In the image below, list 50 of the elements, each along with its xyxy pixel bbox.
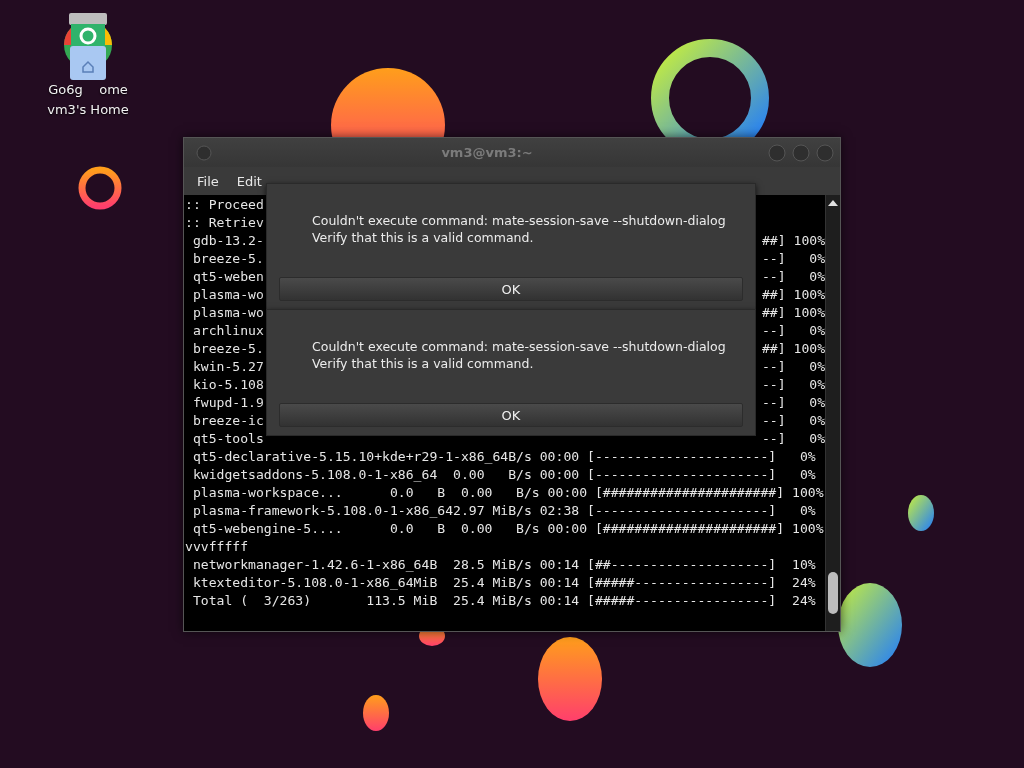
scrollbar[interactable] (825, 195, 840, 631)
terminal-line: qt5-declarative-5.15.10+kde+r29-1-x86_64B/s 00:00 [----------------------] 0% (191, 448, 816, 466)
dialog-message: Verify that this is a valid command. (312, 229, 535, 246)
terminal-line: fwupd-1.9 (191, 394, 264, 412)
terminal-line: networkmanager-1.42.6-1-x86_64B 28.5 MiB/s 00:14 [##--------------------] 10% (191, 556, 816, 574)
menu-item[interactable]: Edit (227, 173, 271, 189)
ok-button[interactable]: OK (279, 403, 743, 427)
terminal-line: kwin-5.27 (191, 358, 264, 376)
terminal-line: ktexteditor-5.108.0-1-x86_64MiB 25.4 MiB/s 00:14 [#####-----------------] 24% (191, 574, 816, 592)
terminal-line: archlinux (191, 322, 264, 340)
terminal-line: --] 0% (762, 412, 826, 430)
scroll-up-icon[interactable] (828, 199, 839, 207)
terminal-line: ##] 100% (762, 304, 826, 322)
terminal-line: kwidgetsaddons-5.108.0-1-x86_64 0.00 B/s 00:00 [----------------------] 0% (191, 466, 816, 484)
terminal-line: gdb-13.2- (191, 232, 264, 250)
terminal-line: breeze-5. (191, 250, 264, 268)
dialog-message: Verify that this is a valid command. (312, 355, 535, 372)
terminal-line: qt5-webengine-5.... 0.0 B 0.00 B/s 00:00 [######################] 100% (191, 520, 824, 538)
terminal-line: plasma-wo (191, 304, 264, 322)
terminal-line: --] 0% (762, 430, 826, 448)
menu-item[interactable]: File (188, 173, 228, 189)
terminal-line: vvvfffff (185, 538, 249, 556)
terminal-line: plasma-wo (191, 286, 264, 304)
terminal-line: --] 0% (762, 250, 826, 268)
terminal-line: ##] 100% (762, 340, 826, 358)
desktop-icons-drawing[interactable] (63, 10, 113, 80)
scroll-thumb[interactable] (828, 572, 839, 614)
terminal-line: kio-5.108 (191, 376, 264, 394)
terminal-line: --] 0% (762, 358, 826, 376)
terminal-line: breeze-5. (191, 340, 264, 358)
terminal-line: :: Retriev (185, 214, 264, 232)
window-title: vm3@vm3:~ (440, 145, 534, 160)
terminal-line: --] 0% (762, 268, 826, 286)
ok-button[interactable]: OK (279, 277, 743, 301)
terminal-line: qt5-weben (191, 268, 264, 286)
terminal-line: --] 0% (762, 322, 826, 340)
terminal-line: plasma-framework-5.108.0-1-x86_642.97 MiB/s 02:38 [----------------------] 0% (191, 502, 816, 520)
terminal-line: :: Proceed (185, 196, 264, 214)
dialog-message: Couldn't execute command: mate-session-save --shutdown-dialog (312, 212, 727, 229)
icon-label: Go6g ome (48, 81, 128, 99)
icon-label: vm3's Home (47, 101, 129, 119)
terminal-line: --] 0% (762, 376, 826, 394)
terminal-line: breeze-ic (191, 412, 264, 430)
terminal-line: qt5-tools (191, 430, 264, 448)
terminal-line: --] 0% (762, 394, 826, 412)
terminal-line: plasma-workspace... 0.0 B 0.00 B/s 00:00 [######################] 100% (191, 484, 824, 502)
terminal-line: ##] 100% (762, 286, 826, 304)
dialog-message: Couldn't execute command: mate-session-save --shutdown-dialog (312, 338, 727, 355)
terminal-line: ##] 100% (762, 232, 826, 250)
terminal-line: Total ( 3/263) 113.5 MiB 25.4 MiB/s 00:14 [#####-----------------] 24% (191, 592, 816, 610)
